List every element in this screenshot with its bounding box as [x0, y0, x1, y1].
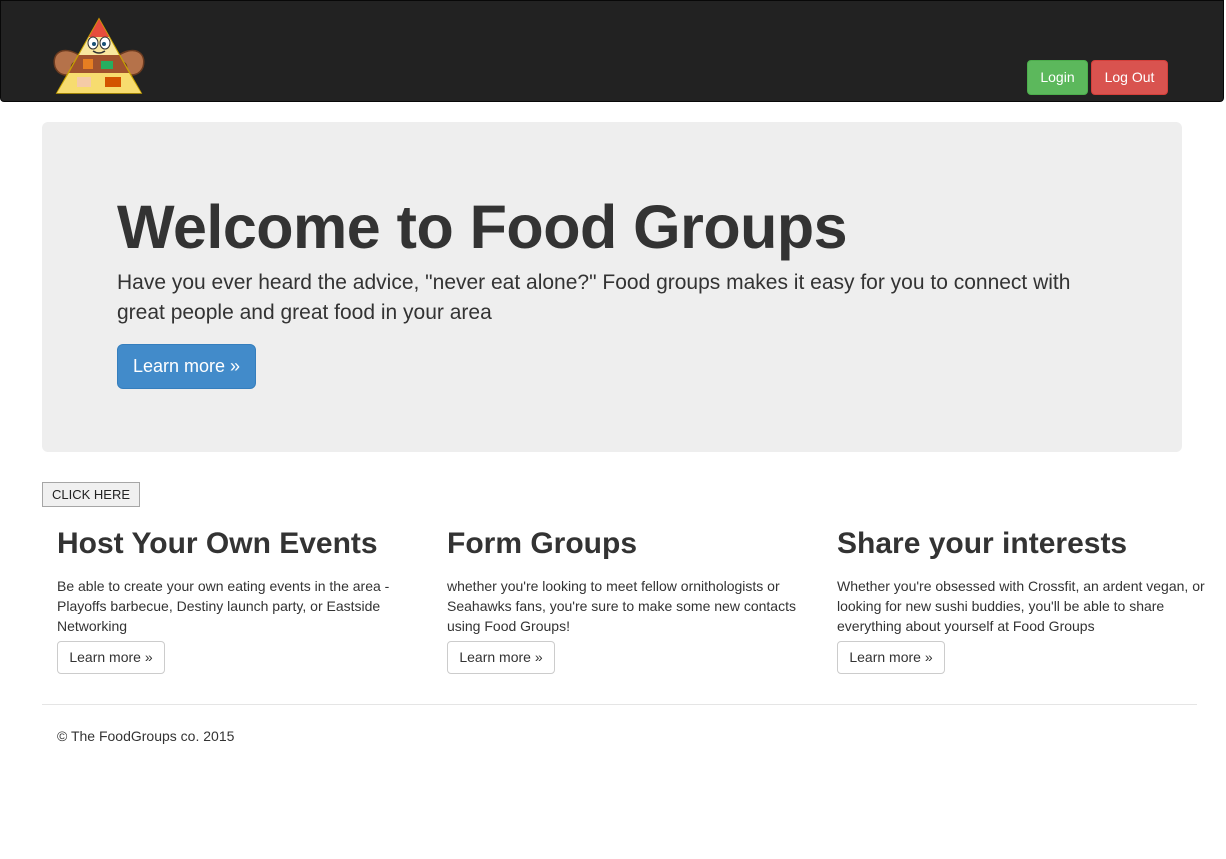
login-button[interactable]: Login: [1027, 60, 1088, 95]
feature-learn-more-button[interactable]: Learn more »: [57, 641, 165, 674]
food-pyramid-logo[interactable]: [49, 15, 149, 97]
click-here-button[interactable]: CLICK HERE: [42, 482, 140, 507]
feature-title: Host Your Own Events: [57, 527, 378, 560]
learn-more-button[interactable]: Learn more »: [117, 344, 256, 389]
feature-form-groups: Form Groups whether you're looking to me…: [447, 525, 807, 674]
feature-share-interests: Share your interests Whether you're obse…: [837, 525, 1207, 674]
jumbotron-text: Have you ever heard the advice, "never e…: [117, 271, 1071, 324]
jumbotron: Welcome to Food Groups Have you ever hea…: [42, 122, 1182, 452]
logout-button[interactable]: Log Out: [1091, 60, 1168, 95]
feature-text: Whether you're obsessed with Crossfit, a…: [837, 578, 1205, 634]
feature-text: Be able to create your own eating events…: [57, 578, 390, 634]
feature-text: whether you're looking to meet fellow or…: [447, 578, 796, 634]
feature-host-events: Host Your Own Events Be able to create y…: [57, 525, 417, 674]
page-title: Welcome to Food Groups: [117, 193, 848, 261]
feature-learn-more-button[interactable]: Learn more »: [447, 641, 555, 674]
feature-title: Form Groups: [447, 527, 638, 560]
footer-divider: [42, 704, 1197, 705]
navbar: Login Log Out: [0, 0, 1224, 102]
footer-copyright: © The FoodGroups co. 2015: [57, 728, 235, 744]
feature-learn-more-button[interactable]: Learn more »: [837, 641, 945, 674]
feature-title: Share your interests: [837, 527, 1128, 560]
